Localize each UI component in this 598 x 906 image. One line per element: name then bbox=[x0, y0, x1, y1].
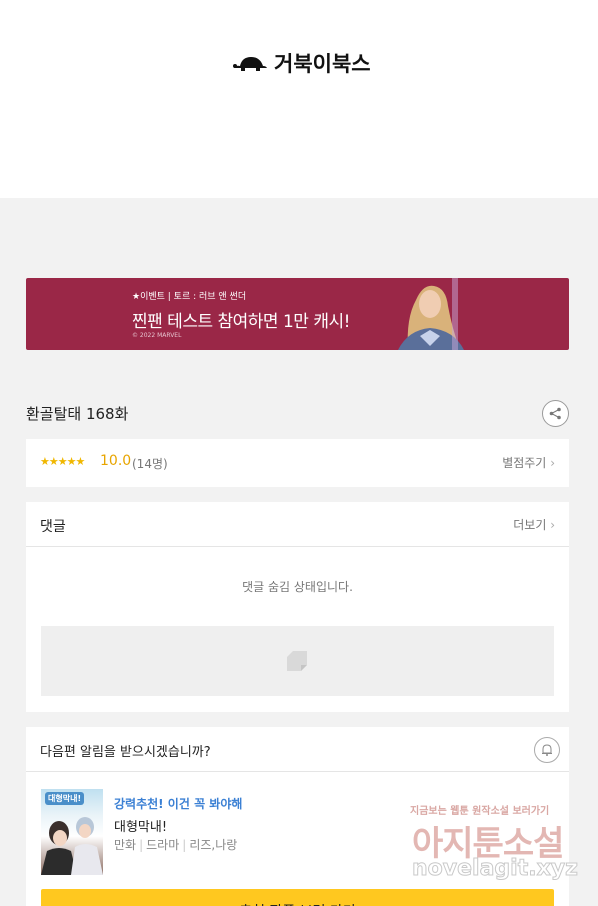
episode-title: 환골탈태 168화 bbox=[26, 405, 129, 423]
comment-card: 댓글 더보기 › 댓글 숨김 상태입니다. bbox=[26, 502, 569, 712]
chevron-right-icon: › bbox=[550, 456, 555, 470]
recommend-genres: 만화 | 드라마 | 리즈,나랑 bbox=[114, 838, 238, 852]
next-episode-prompt: 다음편 알림을 받으시겠습니까? bbox=[40, 745, 211, 760]
image-placeholder-icon bbox=[287, 651, 307, 671]
rating-stars: ★★★★★ bbox=[40, 455, 85, 468]
rating-card: ★★★★★ 10.0 (14명) 별점주기 › bbox=[26, 439, 569, 487]
notify-button[interactable] bbox=[534, 737, 560, 763]
comment-title: 댓글 bbox=[40, 519, 66, 535]
recommend-thumbnail[interactable]: 대형막내! bbox=[41, 789, 103, 875]
banner-character-image bbox=[398, 278, 464, 350]
share-icon bbox=[549, 407, 561, 420]
recommend-tag: 강력추천! 이건 꼭 봐야해 bbox=[114, 797, 243, 811]
comment-hidden-message: 댓글 숨김 상태입니다. bbox=[242, 580, 353, 594]
rate-button[interactable]: 별점주기 › bbox=[502, 454, 555, 471]
rate-button-label: 별점주기 bbox=[502, 456, 547, 470]
banner-subtitle: ★이벤트 | 토르 : 러브 앤 썬더 bbox=[132, 292, 247, 302]
comment-more-label: 더보기 bbox=[513, 518, 547, 532]
next-episode-header: 다음편 알림을 받으시겠습니까? bbox=[26, 727, 569, 772]
watermark-url: novelagit.xyz bbox=[412, 856, 579, 882]
comment-header: 댓글 더보기 › bbox=[26, 502, 569, 547]
top-header: 거북이북스 bbox=[0, 0, 598, 198]
share-button[interactable] bbox=[542, 400, 569, 427]
genre-label: 만화 bbox=[114, 838, 137, 852]
recommend-title[interactable]: 대형막내! bbox=[114, 816, 167, 835]
turtle-icon bbox=[233, 57, 267, 71]
banner-headline: 찐팬 테스트 참여하면 1만 캐시! bbox=[132, 312, 350, 332]
logo-text: 거북이북스 bbox=[274, 52, 371, 76]
rating-count: (14명) bbox=[132, 457, 168, 471]
genre-label: 리즈,나랑 bbox=[189, 838, 238, 852]
thumbnail-art bbox=[41, 817, 103, 875]
rating-score: 10.0 bbox=[100, 453, 132, 469]
comment-more-button[interactable]: 더보기 › bbox=[513, 516, 555, 533]
chevron-right-icon: › bbox=[550, 518, 555, 532]
site-logo[interactable]: 거북이북스 bbox=[232, 48, 371, 78]
banner-copyright: © 2022 MARVEL bbox=[132, 332, 182, 339]
event-banner[interactable]: ★이벤트 | 토르 : 러브 앤 썬더 찐팬 테스트 참여하면 1만 캐시! ©… bbox=[26, 278, 569, 350]
genre-label: 드라마 bbox=[146, 838, 180, 852]
bell-icon bbox=[542, 744, 552, 756]
watermark: 지금보는 웹툰 원작소설 보러가기 아지툰소설 novelagit.xyz bbox=[410, 802, 590, 892]
ad-placeholder[interactable] bbox=[41, 626, 554, 696]
watermark-tagline: 지금보는 웹툰 원작소설 보러가기 bbox=[410, 806, 550, 817]
